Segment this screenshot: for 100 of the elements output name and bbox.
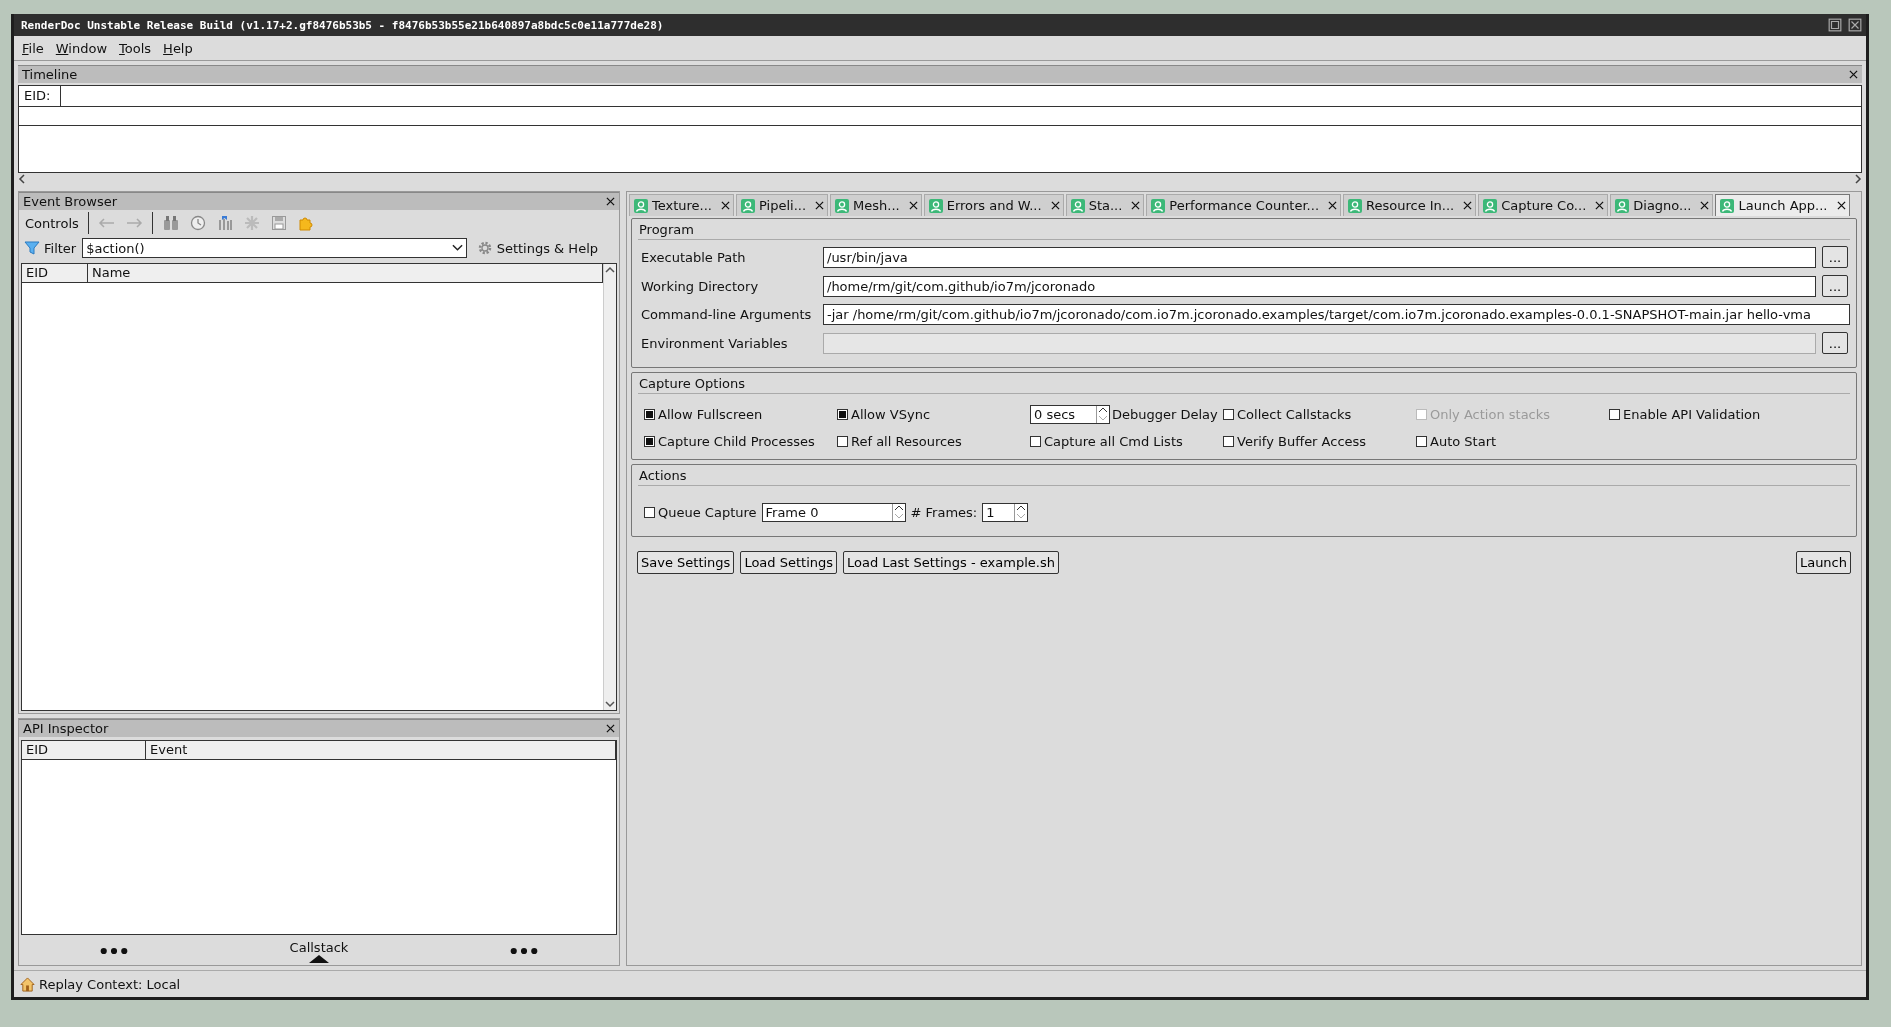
spin-box[interactable]: 0 secs — [1030, 405, 1110, 424]
close-icon[interactable] — [1328, 201, 1337, 210]
menu-item[interactable]: Tools — [119, 40, 152, 56]
checkbox[interactable]: Collect Callstacks — [1223, 405, 1416, 424]
close-icon[interactable] — [1836, 201, 1846, 210]
menu-item[interactable]: File — [22, 40, 44, 56]
checkbox[interactable]: Allow VSync — [837, 405, 1030, 424]
controls-label: Controls — [25, 215, 79, 231]
scroll-left-icon[interactable] — [18, 174, 26, 184]
person-icon — [741, 198, 755, 213]
column-header[interactable]: EID — [22, 741, 146, 759]
field-label: Command-line Arguments — [640, 307, 813, 322]
floppy-icon[interactable] — [269, 215, 288, 231]
filter-label: Filter — [44, 240, 77, 256]
splitter-dots-icon[interactable] — [510, 947, 539, 955]
close-icon[interactable] — [721, 201, 730, 210]
tab[interactable]: Sta... — [1065, 194, 1145, 216]
tab[interactable]: Performance Counter... — [1146, 194, 1341, 216]
funnel-icon — [24, 240, 40, 256]
window-title: RenderDoc Unstable Release Build (v1.17+2.gf8476b53b5 - f8476b53b55e21b640897a8bdc5c0e11a777de28) — [21, 18, 664, 32]
menu-item[interactable]: Window — [55, 40, 108, 56]
menu-item[interactable]: Help — [163, 40, 193, 56]
tab[interactable]: Launch App... — [1715, 194, 1850, 216]
field-label: Executable Path — [640, 249, 747, 265]
frames-label: # Frames: — [910, 505, 978, 520]
tab[interactable]: Pipeli... — [736, 194, 829, 216]
column-header[interactable]: Event — [146, 741, 616, 759]
checkbox[interactable]: Ref all Resources — [837, 434, 1030, 449]
launch-button[interactable]: Launch — [1795, 551, 1851, 574]
up-triangle-icon[interactable] — [309, 954, 329, 963]
tab[interactable]: Errors and W... — [923, 194, 1064, 216]
group-title: Program — [638, 222, 695, 237]
group-title: Actions — [638, 468, 688, 483]
panel-title: Event Browser — [23, 194, 118, 209]
scroll-right-icon[interactable] — [1854, 174, 1862, 184]
text-field[interactable]: /home/rm/git/com.github/io7m/jcoronado — [823, 275, 1816, 297]
tab[interactable]: Resource In... — [1343, 194, 1477, 216]
close-icon[interactable] — [1463, 201, 1473, 210]
checkbox[interactable]: Enable API Validation — [1609, 405, 1802, 424]
group-title: Capture Options — [638, 376, 746, 391]
text-field[interactable]: -jar /home/rm/git/com.github/io7m/jcoronado/com.io7m.jcoronado.examples/target/com.io7m.jcoronado.examples-0.0.1-SNAPSHOT-main.jar hello-vma — [823, 304, 1850, 325]
person-icon — [928, 198, 943, 213]
caret-icon — [451, 244, 463, 252]
person-icon — [1720, 198, 1735, 213]
settings-button[interactable]: Load Settings — [740, 551, 837, 574]
checkbox[interactable]: Capture all Cmd Lists — [1030, 434, 1223, 449]
browse-button[interactable]: ... — [1822, 275, 1848, 297]
close-icon[interactable] — [606, 724, 615, 733]
checkbox[interactable]: Allow Fullscreen — [644, 405, 837, 424]
spin-box[interactable]: Frame 0 — [761, 503, 906, 522]
close-icon[interactable] — [1131, 201, 1141, 210]
scroll-up-icon[interactable] — [605, 266, 615, 274]
eid-label: EID: — [19, 86, 61, 106]
tab[interactable]: Capture Co... — [1478, 194, 1609, 216]
close-icon[interactable] — [908, 201, 918, 210]
maximize-icon[interactable] — [1828, 18, 1842, 32]
binoculars-icon[interactable] — [161, 215, 180, 231]
filter-field[interactable]: $action() — [82, 238, 467, 258]
close-icon[interactable] — [1700, 201, 1710, 210]
callstack-label[interactable]: Callstack — [289, 939, 349, 955]
gear-icon[interactable] — [476, 240, 493, 256]
person-icon — [1483, 198, 1498, 213]
close-icon[interactable] — [1849, 70, 1858, 79]
close-icon[interactable] — [606, 197, 615, 206]
field-label: Environment Variables — [640, 335, 789, 351]
spin-box[interactable]: 1 — [982, 503, 1029, 522]
settings-button[interactable]: Save Settings — [637, 551, 735, 574]
close-icon[interactable] — [1050, 201, 1060, 210]
splitter-dots-icon[interactable] — [99, 947, 128, 955]
status-text: Replay Context: Local — [39, 976, 181, 992]
person-icon — [1151, 198, 1166, 213]
text-field[interactable]: /usr/bin/java — [823, 246, 1816, 268]
panel-title: Timeline — [22, 67, 78, 82]
checkbox[interactable]: Queue Capture — [644, 505, 757, 520]
checkbox[interactable]: Auto Start — [1416, 434, 1609, 449]
person-icon — [1615, 198, 1630, 213]
vertical-scrollbar[interactable] — [603, 264, 616, 710]
clock-icon[interactable] — [188, 215, 207, 231]
person-icon — [835, 198, 850, 213]
person-icon — [1070, 198, 1085, 213]
tab[interactable]: Mesh... — [830, 194, 922, 216]
spin-label: Debugger Delay — [1112, 407, 1218, 422]
settings-help-link[interactable]: Settings & Help — [496, 240, 598, 256]
close-icon[interactable] — [1595, 201, 1605, 210]
person-icon — [1348, 198, 1362, 213]
tab[interactable]: Diagno... — [1610, 194, 1714, 216]
checkbox[interactable]: Capture Child Processes — [644, 434, 837, 449]
checkbox[interactable]: Verify Buffer Access — [1223, 434, 1416, 449]
browse-button[interactable]: ... — [1822, 246, 1848, 268]
horizontal-scrollbar[interactable] — [18, 173, 1862, 185]
column-header[interactable]: EID — [22, 264, 88, 282]
person-icon — [634, 198, 648, 213]
panel-title: API Inspector — [23, 721, 109, 736]
tab[interactable]: Texture... — [629, 194, 734, 216]
field-label: Working Directory — [640, 278, 760, 294]
settings-button[interactable]: Load Last Settings - example.sh — [843, 551, 1059, 574]
house-icon — [20, 976, 35, 992]
close-icon[interactable] — [815, 201, 825, 210]
scroll-down-icon[interactable] — [605, 700, 615, 708]
close-icon[interactable] — [1848, 18, 1862, 32]
